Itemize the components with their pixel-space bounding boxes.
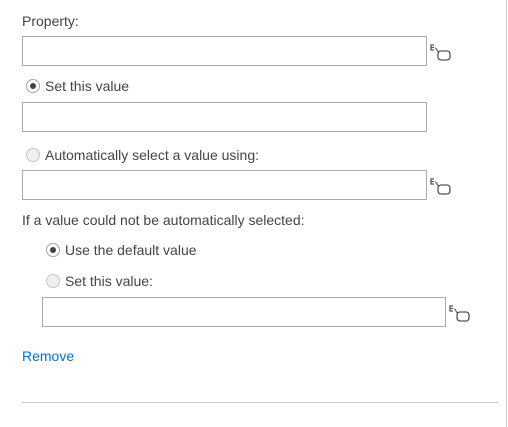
set-this-value-radio-option[interactable]: Set this value bbox=[26, 76, 129, 96]
use-default-radio-option[interactable]: Use the default value bbox=[46, 240, 197, 260]
fallback-set-value-label: Set this value: bbox=[65, 273, 153, 289]
auto-select-radio-option[interactable]: Automatically select a value using: bbox=[26, 145, 259, 165]
set-this-value-label: Set this value bbox=[45, 78, 130, 94]
divider bbox=[22, 402, 498, 403]
auto-select-label: Automatically select a value using: bbox=[45, 147, 259, 163]
auto-select-input[interactable] bbox=[22, 170, 427, 200]
fallback-set-value-radio-option[interactable]: Set this value: bbox=[46, 271, 153, 291]
formula-builder-icon[interactable] bbox=[447, 303, 471, 323]
use-default-label: Use the default value bbox=[65, 242, 197, 258]
property-rule-panel: Property: Set this value Automatically s… bbox=[0, 0, 508, 427]
fallback-set-value-radio[interactable] bbox=[46, 274, 60, 288]
set-this-value-radio[interactable] bbox=[26, 79, 40, 93]
use-default-radio[interactable] bbox=[46, 243, 60, 257]
formula-builder-icon[interactable] bbox=[428, 176, 452, 196]
property-label: Property: bbox=[22, 13, 79, 29]
set-this-value-input[interactable] bbox=[22, 102, 427, 132]
fallback-set-value-input[interactable] bbox=[42, 297, 446, 327]
fallback-heading: If a value could not be automatically se… bbox=[22, 212, 305, 228]
auto-select-radio[interactable] bbox=[26, 148, 40, 162]
panel-border bbox=[506, 0, 507, 427]
property-input[interactable] bbox=[22, 36, 427, 66]
remove-link[interactable]: Remove bbox=[22, 348, 74, 364]
formula-builder-icon[interactable] bbox=[428, 42, 452, 62]
